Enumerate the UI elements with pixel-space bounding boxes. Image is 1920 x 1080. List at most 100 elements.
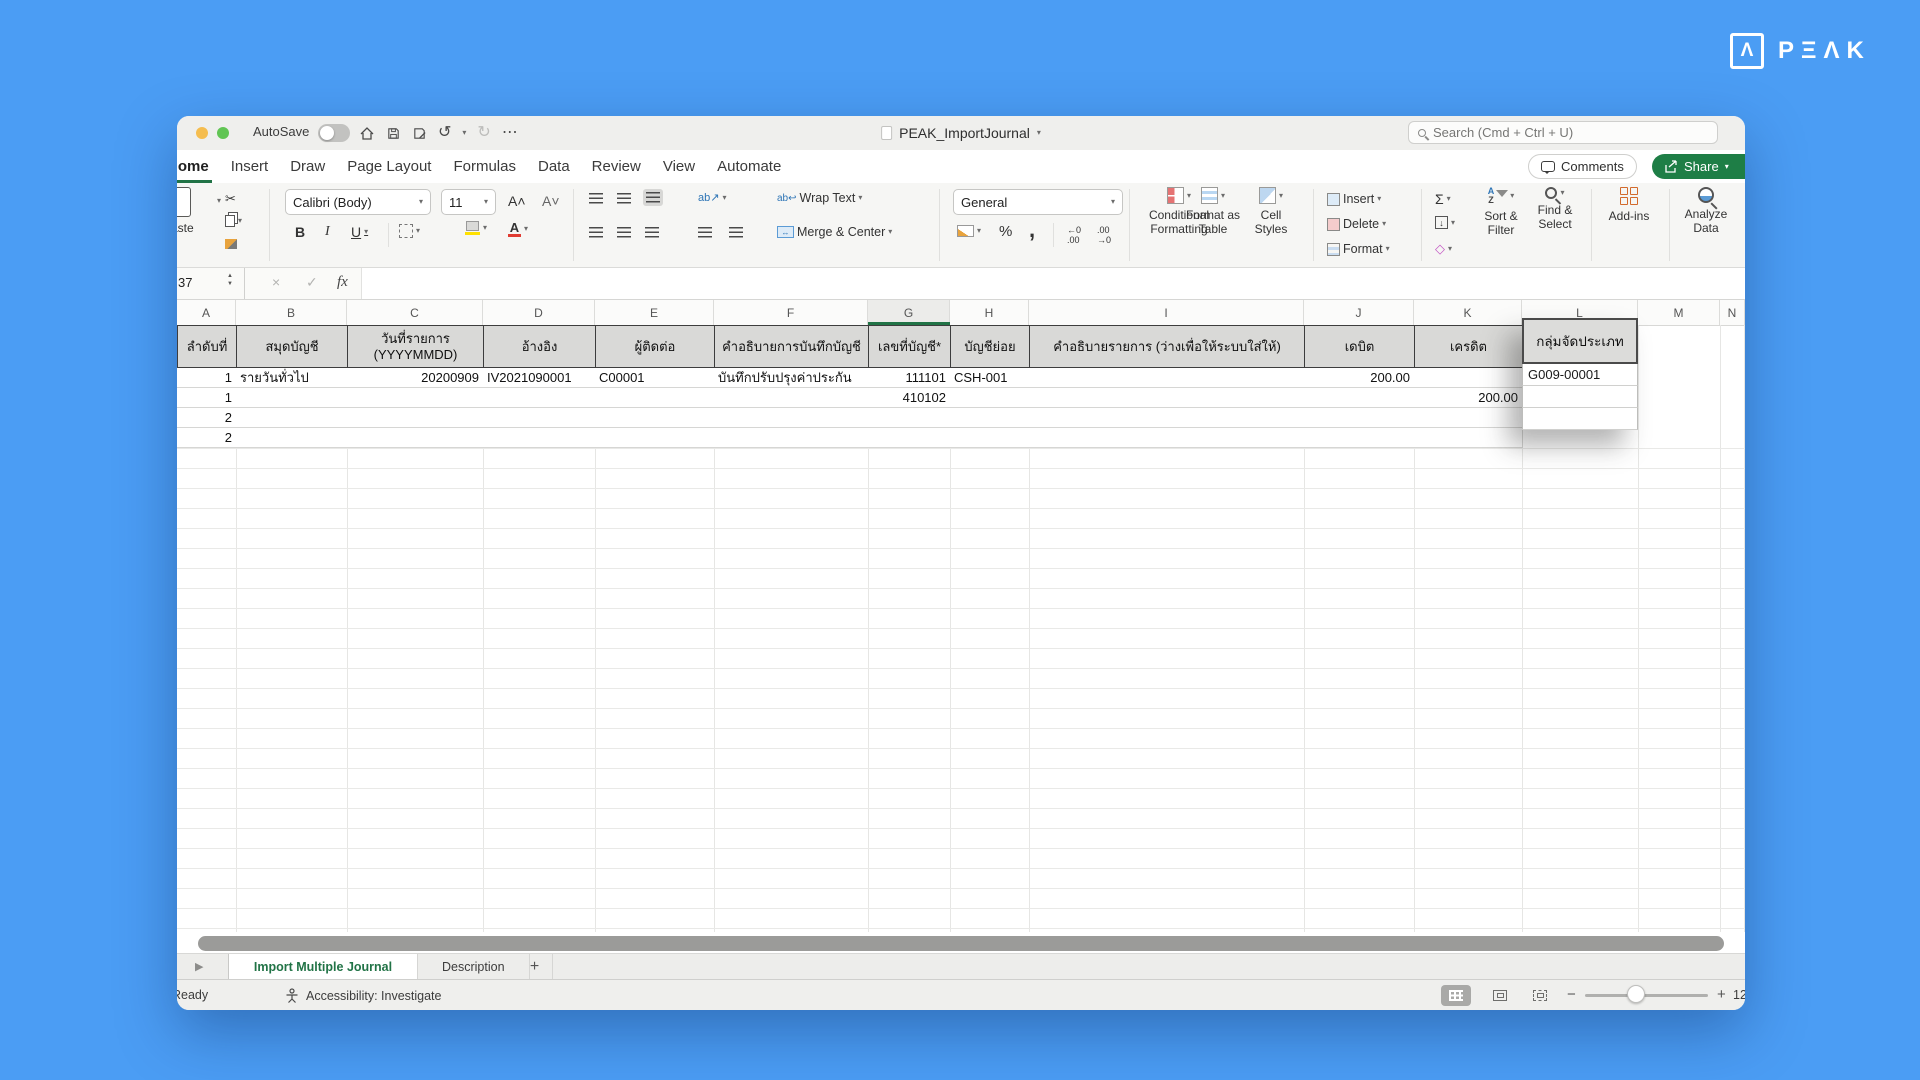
share-button[interactable]: Share ▾	[1652, 154, 1745, 179]
document-title-group[interactable]: PEAK_ImportJournal ▾	[881, 116, 1041, 150]
align-right-button[interactable]	[645, 227, 659, 238]
header-cell-A[interactable]: ลำดับที่	[177, 325, 237, 368]
cell-C5[interactable]	[347, 428, 484, 448]
header-cell-D[interactable]: อ้างอิง	[483, 325, 596, 368]
column-header-F[interactable]: F	[714, 300, 868, 325]
tab-review[interactable]: Review	[592, 150, 641, 183]
cell-A4[interactable]: 2	[177, 408, 237, 428]
merge-center-button[interactable]: ↔ Merge & Center ▾	[777, 225, 892, 239]
column-header-I[interactable]: I	[1029, 300, 1304, 325]
zoom-out-button[interactable]: −	[1567, 986, 1576, 1003]
tab-home[interactable]: Home	[177, 150, 209, 183]
cell-K2[interactable]	[1414, 368, 1523, 388]
paste-button[interactable]: Paste	[177, 187, 194, 236]
dropdown-item[interactable]: G009-00001	[1522, 364, 1638, 386]
header-cell-I[interactable]: คำอธิบายรายการ (ว่างเพื่อให้ระบบใส่ให้)	[1029, 325, 1305, 368]
accounting-format-button[interactable]: ▾	[957, 225, 981, 237]
find-select-button[interactable]: ▾ Find & Select	[1531, 187, 1579, 232]
sheet-tab-description[interactable]: Description	[418, 954, 530, 980]
format-painter-button[interactable]	[225, 239, 237, 249]
align-left-button[interactable]	[589, 227, 603, 238]
column-header-C[interactable]: C	[347, 300, 483, 325]
cell-G3[interactable]: 410102	[868, 388, 951, 408]
name-box-spinner[interactable]: ▲▼	[227, 272, 233, 289]
cell-D3[interactable]	[483, 388, 596, 408]
cell-F4[interactable]	[714, 408, 869, 428]
header-cell-H[interactable]: บัญชีย่อย	[950, 325, 1030, 368]
tab-insert[interactable]: Insert	[231, 150, 269, 183]
italic-button[interactable]: I	[325, 224, 330, 240]
decrease-font-button[interactable]: A˅	[542, 193, 560, 209]
increase-indent-button[interactable]	[729, 227, 743, 238]
minimize-traffic-light[interactable]	[196, 127, 208, 139]
sheet-nav-arrow-icon[interactable]: ▶	[195, 960, 203, 973]
header-cell-G[interactable]: เลขที่บัญชี*	[868, 325, 951, 368]
save-icon[interactable]	[386, 126, 401, 141]
column-header-N[interactable]: N	[1720, 300, 1745, 325]
delete-cells-button[interactable]: Delete ▾	[1327, 217, 1386, 231]
header-cell-E[interactable]: ผู้ติดต่อ	[595, 325, 715, 368]
cell-B3[interactable]	[236, 388, 348, 408]
header-cell-K[interactable]: เครดิต	[1414, 325, 1523, 368]
header-cell-J[interactable]: เดบิต	[1304, 325, 1415, 368]
cell-E2[interactable]: C00001	[595, 368, 715, 388]
cell-F2[interactable]: บันทึกปรับปรุงค่าประกัน	[714, 368, 869, 388]
cell-C3[interactable]	[347, 388, 484, 408]
add-ins-button[interactable]: Add-ins	[1605, 187, 1653, 224]
column-header-B[interactable]: B	[236, 300, 347, 325]
cell-B2[interactable]: รายวันทั่วไป	[236, 368, 348, 388]
cell-I5[interactable]	[1029, 428, 1305, 448]
format-as-table-button[interactable]: ▾ Format as Table	[1177, 187, 1249, 237]
cell-A2[interactable]: 1	[177, 368, 237, 388]
cell-E4[interactable]	[595, 408, 715, 428]
cell-G2[interactable]: 111101	[868, 368, 951, 388]
font-size-select[interactable]: 11 ▾	[441, 189, 496, 215]
name-box[interactable]: 37 ▲▼	[177, 268, 245, 299]
zoom-traffic-light[interactable]	[217, 127, 229, 139]
autosave-toggle[interactable]	[318, 124, 350, 142]
zoom-level[interactable]: 120%	[1733, 988, 1745, 1002]
cell-G4[interactable]	[868, 408, 951, 428]
undo-chevron-icon[interactable]: ▾	[462, 129, 466, 137]
decrease-indent-button[interactable]	[698, 227, 712, 238]
cell-F5[interactable]	[714, 428, 869, 448]
fill-button[interactable]: ↓▾	[1435, 216, 1455, 229]
home-icon[interactable]	[359, 126, 375, 141]
cell-B4[interactable]	[236, 408, 348, 428]
search-input[interactable]: Search (Cmd + Ctrl + U)	[1408, 121, 1718, 144]
insert-cells-button[interactable]: Insert ▾	[1327, 192, 1381, 206]
paste-chevron-icon[interactable]: ▾	[217, 197, 221, 205]
sort-filter-button[interactable]: AZ▾ Sort & Filter	[1477, 187, 1525, 238]
cell-C4[interactable]	[347, 408, 484, 428]
sheet-tab-import-multiple-journal[interactable]: Import Multiple Journal	[228, 954, 418, 980]
enter-icon[interactable]: ✓	[306, 274, 318, 291]
cell-B5[interactable]	[236, 428, 348, 448]
cell-E3[interactable]	[595, 388, 715, 408]
horizontal-scrollbar[interactable]	[198, 936, 1724, 951]
align-bottom-button[interactable]	[643, 189, 663, 206]
cancel-icon[interactable]: ×	[272, 274, 280, 290]
cell-styles-button[interactable]: ▾ Cell Styles	[1243, 187, 1299, 237]
font-name-select[interactable]: Calibri (Body) ▾	[285, 189, 431, 215]
cell-I3[interactable]	[1029, 388, 1305, 408]
tab-data[interactable]: Data	[538, 150, 570, 183]
tab-view[interactable]: View	[663, 150, 695, 183]
cell-D5[interactable]	[483, 428, 596, 448]
tab-formulas[interactable]: Formulas	[453, 150, 516, 183]
fill-color-button[interactable]: ▾	[465, 221, 487, 235]
cell-H5[interactable]	[950, 428, 1030, 448]
add-sheet-button[interactable]: +	[517, 954, 553, 980]
align-top-button[interactable]	[589, 193, 603, 204]
percent-style-button[interactable]: %	[999, 223, 1012, 240]
comma-style-button[interactable]: ,	[1029, 217, 1035, 243]
cell-A3[interactable]: 1	[177, 388, 237, 408]
save-as-icon[interactable]	[412, 126, 427, 141]
cell-J4[interactable]	[1304, 408, 1415, 428]
cell-K3[interactable]: 200.00	[1414, 388, 1523, 408]
cell-J3[interactable]	[1304, 388, 1415, 408]
column-header-D[interactable]: D	[483, 300, 595, 325]
tab-automate[interactable]: Automate	[717, 150, 781, 183]
cell-A5[interactable]: 2	[177, 428, 237, 448]
cell-D2[interactable]: IV2021090001	[483, 368, 596, 388]
wrap-text-button[interactable]: ab↩ Wrap Text ▾	[777, 191, 862, 205]
